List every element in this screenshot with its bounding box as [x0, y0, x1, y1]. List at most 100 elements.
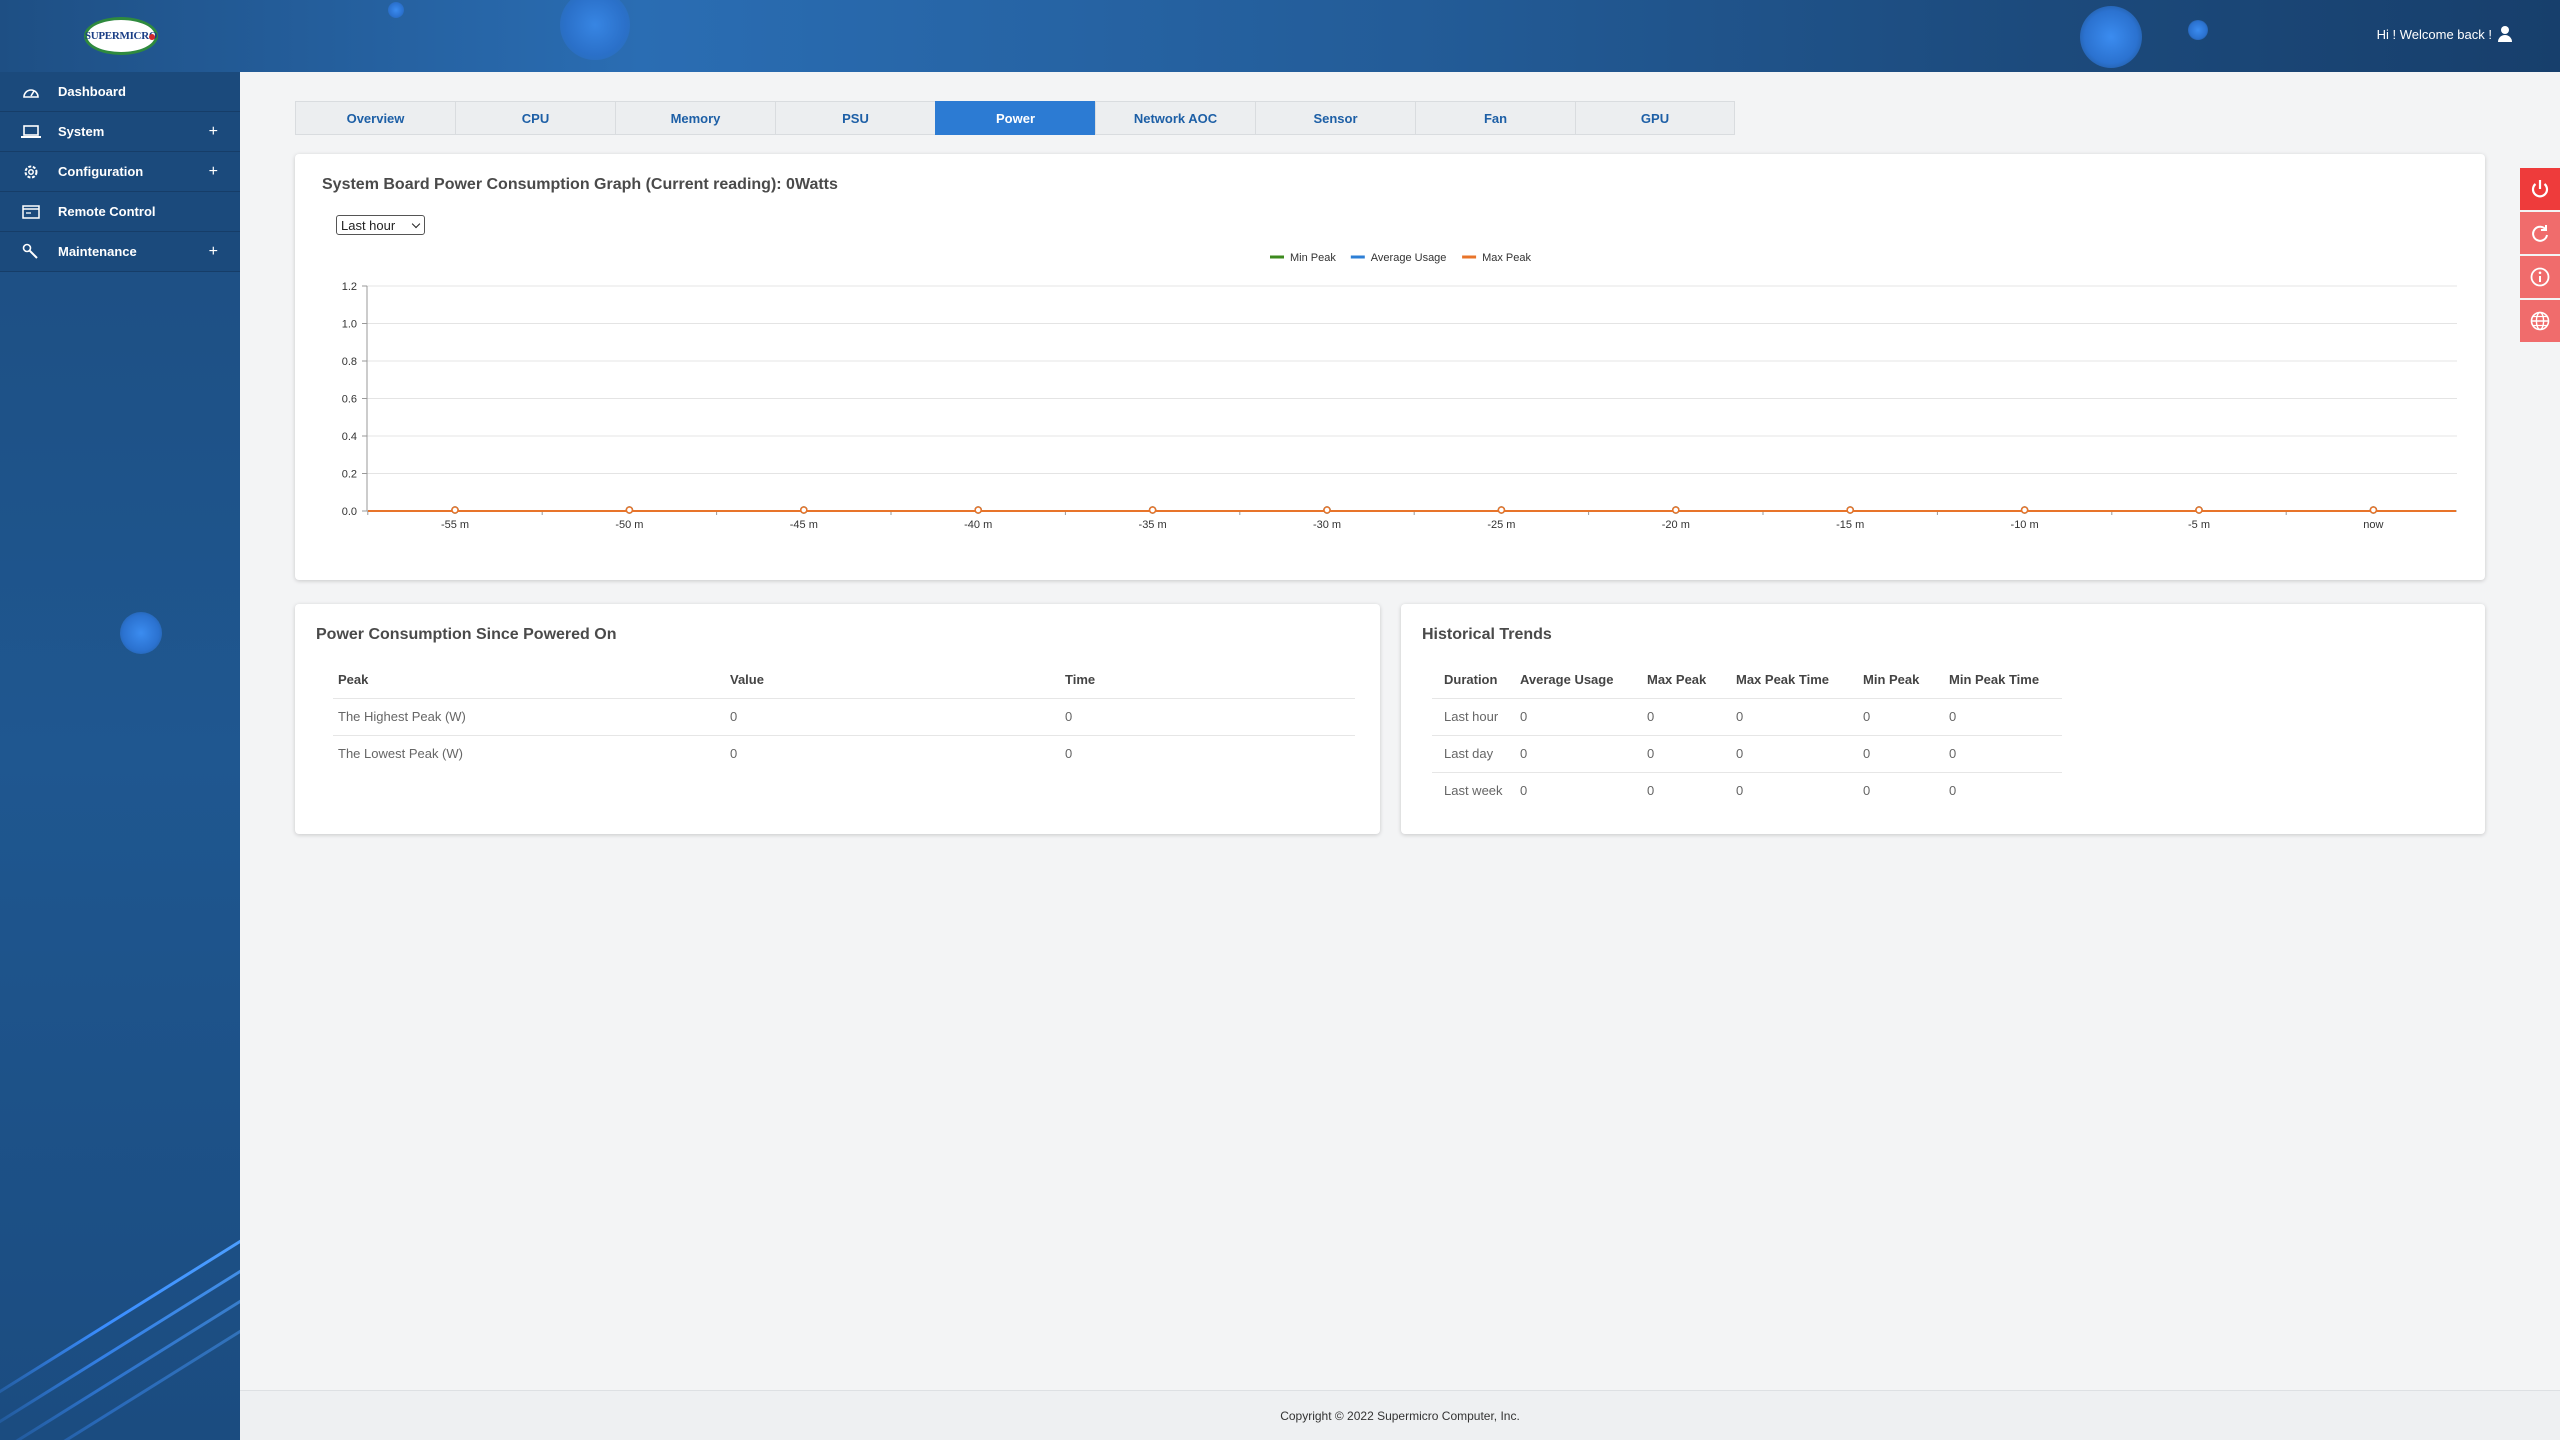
table-cell: Last week [1432, 771, 1520, 809]
quick-actions [2520, 168, 2560, 344]
welcome-text: Hi ! Welcome back ! [2376, 26, 2492, 42]
table-cell: 0 [1647, 771, 1736, 809]
gear-icon [20, 163, 42, 181]
data-point [800, 506, 808, 514]
table-cell: 0 [1949, 697, 2062, 735]
x-tick-label: -50 m [615, 519, 643, 531]
globe-icon [2529, 310, 2551, 332]
power-line-chart: 0.0 0.2 0.4 0.6 0.8 1.0 1.2 -55 m -50 m -45 m -40 … [342, 252, 2457, 531]
x-tick-label: -35 m [1139, 519, 1167, 531]
table-cell: 0 [1736, 697, 1863, 735]
copyright-text: Copyright © 2022 Supermicro Computer, In… [1280, 1408, 1520, 1423]
tab-sensor[interactable]: Sensor [1255, 101, 1415, 135]
sidebar-item-maintenance[interactable]: Maintenance + [0, 232, 240, 272]
tab-overview[interactable]: Overview [295, 101, 455, 135]
table-cell: Last day [1432, 734, 1520, 772]
sidebar-item-label: Dashboard [58, 84, 126, 99]
expand-icon[interactable]: + [209, 243, 218, 261]
data-point [974, 506, 982, 514]
table-header-row: Duration Average Usage Max Peak Max Peak Ti… [1432, 662, 2062, 698]
logo-dot [149, 34, 155, 40]
table-cell: 0 [1065, 697, 1355, 735]
sidebar-item-label: System [58, 124, 105, 139]
table-cell: The Lowest Peak (W) [333, 734, 730, 772]
tab-cpu[interactable]: CPU [455, 101, 615, 135]
data-point [625, 506, 634, 514]
table-row: Last week 0 0 0 0 0 [1432, 771, 2062, 809]
x-tick-label: -25 m [1487, 519, 1515, 531]
tab-gpu[interactable]: GPU [1575, 101, 1735, 135]
table-cell: 0 [1647, 697, 1736, 735]
sidebar-item-system[interactable]: System + [0, 112, 240, 152]
data-point [2369, 506, 2378, 514]
table-cell: 0 [1949, 771, 2062, 809]
y-tick-label: 0.0 [342, 506, 357, 518]
footer: Copyright © 2022 Supermicro Computer, In… [240, 1390, 2560, 1440]
tab-memory[interactable]: Memory [615, 101, 775, 135]
tab-psu[interactable]: PSU [775, 101, 935, 135]
power-icon [2529, 178, 2551, 200]
tab-power[interactable]: Power [935, 101, 1095, 135]
column-header: Max Peak [1647, 672, 1707, 688]
table-cell: 0 [1736, 771, 1863, 809]
y-tick-label: 0.6 [342, 394, 357, 406]
column-header: Duration [1444, 672, 1498, 688]
legend-label: Average Usage [1371, 252, 1447, 264]
expand-icon[interactable]: + [209, 123, 218, 141]
since-powered-table: Peak Value Time The Highest Peak (W) 0 0 The L… [333, 662, 1355, 772]
laptop-icon [20, 123, 42, 141]
data-point [2195, 506, 2203, 514]
info-button[interactable] [2520, 256, 2560, 298]
y-tick-label: 1.0 [342, 319, 357, 331]
table-row: The Highest Peak (W) 0 0 [333, 697, 1355, 735]
column-header: Average Usage [1520, 672, 1614, 688]
sidebar-item-remote-control[interactable]: Remote Control [0, 192, 240, 232]
data-point [1323, 506, 1331, 514]
x-tick-label: -55 m [441, 519, 469, 531]
dashboard-gauge-icon [20, 83, 42, 101]
x-tick-label: -30 m [1313, 519, 1341, 531]
table-cell: 0 [1520, 697, 1647, 735]
data-point [1497, 506, 1506, 514]
table-cell: 0 [1863, 771, 1949, 809]
power-button[interactable] [2520, 168, 2560, 210]
decorative-bubble [560, 0, 630, 60]
refresh-button[interactable] [2520, 212, 2560, 254]
historical-trends-table: Duration Average Usage Max Peak Max Peak Ti… [1432, 662, 2062, 809]
table-cell: 0 [730, 734, 1065, 772]
table-row: Last hour 0 0 0 0 0 [1432, 697, 2062, 735]
globe-button[interactable] [2520, 300, 2560, 342]
console-window-icon [20, 203, 42, 221]
column-header: Min Peak Time [1949, 672, 2040, 688]
info-icon [2529, 266, 2551, 288]
table-cell: 0 [1065, 734, 1355, 772]
welcome-message[interactable]: Hi ! Welcome back ! [2377, 26, 2512, 42]
x-tick-label: now [2363, 519, 2383, 531]
expand-icon[interactable]: + [209, 163, 218, 181]
column-header: Value [730, 672, 764, 688]
y-tick-label: 0.4 [342, 431, 357, 443]
x-tick-label: -5 m [2188, 519, 2210, 531]
since-powered-title: Power Consumption Since Powered On [316, 626, 617, 643]
sidebar-item-label: Remote Control [58, 204, 156, 219]
supermicro-logo[interactable]: SUPERMICRO [84, 17, 158, 55]
wrench-icon [20, 243, 42, 261]
x-tick-label: -20 m [1662, 519, 1690, 531]
table-cell: 0 [1863, 734, 1949, 772]
decorative-bubble [388, 2, 404, 18]
tab-network-aoc[interactable]: Network AOC [1095, 101, 1255, 135]
table-cell: The Highest Peak (W) [333, 697, 730, 735]
decorative-stripes [0, 1200, 240, 1440]
sidebar-item-dashboard[interactable]: Dashboard [0, 72, 240, 112]
table-row: The Lowest Peak (W) 0 0 [333, 734, 1355, 772]
data-point [1846, 506, 1854, 514]
y-tick-label: 1.2 [342, 281, 357, 293]
user-icon[interactable] [2498, 26, 2512, 42]
x-tick-label: -10 m [2011, 519, 2039, 531]
table-cell: 0 [1647, 734, 1736, 772]
x-tick-label: -45 m [790, 519, 818, 531]
refresh-icon [2529, 222, 2551, 244]
sidebar-item-configuration[interactable]: Configuration + [0, 152, 240, 192]
table-header-row: Peak Value Time [333, 662, 1355, 698]
tab-fan[interactable]: Fan [1415, 101, 1575, 135]
